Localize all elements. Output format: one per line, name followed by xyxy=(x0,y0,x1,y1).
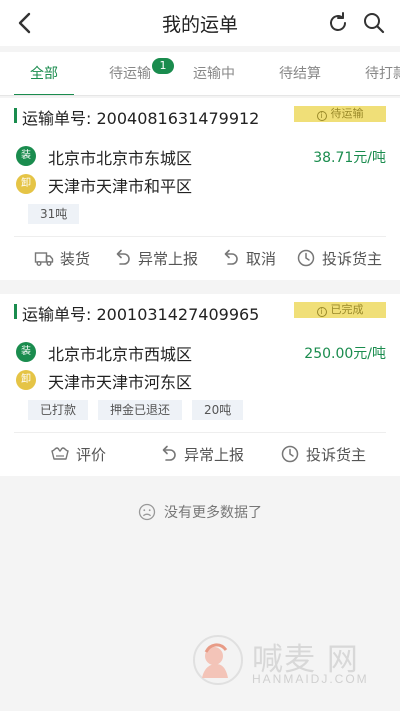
load-place: 北京市北京市西城区 xyxy=(48,345,193,364)
load-marker: 装 xyxy=(16,342,36,362)
complain-shipper-button[interactable]: 投诉货主 xyxy=(296,240,382,276)
status-label: 待运输 xyxy=(330,107,364,120)
payment-tag: 已打款 xyxy=(28,400,89,420)
clock-icon xyxy=(281,445,299,463)
info-icon: i xyxy=(316,111,327,121)
tab-pending-settlement[interactable]: 待结算 xyxy=(270,52,330,95)
order-tags: 已打款 押金已退还 20吨 xyxy=(28,400,244,420)
tab-pending-transport[interactable]: 待运输 1 xyxy=(100,52,174,95)
status-label: 已完成 xyxy=(330,303,364,316)
clock-icon xyxy=(297,249,315,267)
report-exception-button[interactable]: 异常上报 xyxy=(112,240,198,276)
order-card[interactable]: 运输单号: 2001031427409965 i 已完成 装 北京市北京市西城区 … xyxy=(0,294,400,476)
tab-count-badge: 1 xyxy=(152,58,174,74)
action-label: 评价 xyxy=(76,445,107,464)
freight-price: 38.71元/吨 xyxy=(313,150,386,166)
undo-arrow-icon xyxy=(224,249,238,265)
watermark-logo-icon xyxy=(193,635,243,685)
sad-face-icon xyxy=(138,503,156,521)
tab-in-transit[interactable]: 运输中 xyxy=(184,52,244,95)
tab-label: 全部 xyxy=(30,66,58,82)
watermark: 喊麦 网 HANMAIDJ.COM xyxy=(192,632,392,692)
weight-tag: 20吨 xyxy=(192,400,244,420)
search-icon xyxy=(364,13,385,34)
status-badge: i 待运输 xyxy=(294,106,386,122)
status-badge: i 已完成 xyxy=(294,302,386,318)
load-goods-button[interactable]: 装货 xyxy=(34,240,90,276)
tab-label: 待运输 xyxy=(109,66,151,82)
unload-row: 卸 天津市天津市河东区 xyxy=(16,368,386,392)
status-tabs: 全部 待运输 1 运输中 待结算 待打款 xyxy=(0,52,400,96)
undo-arrow-icon xyxy=(162,445,176,461)
top-bar: 我的运单 xyxy=(0,0,400,46)
cancel-order-button[interactable]: 取消 xyxy=(220,240,276,276)
unload-place: 天津市天津市河东区 xyxy=(48,373,193,392)
tab-label: 待结算 xyxy=(279,66,321,82)
unload-marker: 卸 xyxy=(16,174,36,194)
load-row: 装 北京市北京市东城区 38.71元/吨 xyxy=(16,144,386,168)
order-actions: 装货 异常上报 取消 投诉货主 xyxy=(0,240,400,276)
page-title: 我的运单 xyxy=(161,13,238,36)
action-label: 异常上报 xyxy=(138,249,199,268)
load-row: 装 北京市北京市西城区 250.00元/吨 xyxy=(16,340,386,364)
rate-icon xyxy=(51,447,69,460)
order-number: 运输单号: 2004081631479912 xyxy=(22,109,260,128)
divider xyxy=(14,432,386,433)
tab-label: 待打款 xyxy=(365,66,400,82)
refresh-icon xyxy=(330,12,346,31)
order-card[interactable]: 运输单号: 2004081631479912 i 待运输 装 北京市北京市东城区 … xyxy=(0,98,400,280)
order-header: 运输单号: 2004081631479912 i 待运输 xyxy=(0,98,400,134)
tab-all[interactable]: 全部 xyxy=(14,52,74,95)
no-more-data: 没有更多数据了 xyxy=(0,500,400,524)
load-place: 北京市北京市东城区 xyxy=(48,149,193,168)
order-actions: 评价 异常上报 投诉货主 xyxy=(0,436,400,472)
header-accent-bar xyxy=(14,108,17,123)
undo-arrow-icon xyxy=(116,249,130,265)
load-marker: 装 xyxy=(16,146,36,166)
chevron-left-icon xyxy=(18,12,31,34)
order-header: 运输单号: 2001031427409965 i 已完成 xyxy=(0,294,400,330)
header-accent-bar xyxy=(14,304,17,319)
unload-place: 天津市天津市和平区 xyxy=(48,177,193,196)
action-label: 投诉货主 xyxy=(306,445,367,464)
tab-pending-payment[interactable]: 待打款 xyxy=(356,52,400,95)
freight-price: 250.00元/吨 xyxy=(304,346,386,362)
weight-tag: 31吨 xyxy=(28,204,80,224)
action-label: 异常上报 xyxy=(184,445,245,464)
info-icon: i xyxy=(316,307,327,317)
deposit-tag: 押金已退还 xyxy=(98,400,183,420)
no-more-label: 没有更多数据了 xyxy=(164,505,262,521)
report-exception-button[interactable]: 异常上报 xyxy=(158,436,244,472)
watermark-subtext: HANMAIDJ.COM xyxy=(252,672,369,686)
order-number: 运输单号: 2001031427409965 xyxy=(22,305,260,324)
search-button[interactable] xyxy=(362,11,386,35)
refresh-button[interactable] xyxy=(326,11,350,35)
rate-button[interactable]: 评价 xyxy=(50,436,106,472)
unload-marker: 卸 xyxy=(16,370,36,390)
order-tags: 31吨 xyxy=(28,204,80,224)
truck-icon xyxy=(34,252,54,266)
active-tab-indicator xyxy=(14,94,74,95)
action-label: 装货 xyxy=(60,249,91,268)
tab-label: 运输中 xyxy=(193,66,235,82)
action-label: 投诉货主 xyxy=(322,249,383,268)
complain-shipper-button[interactable]: 投诉货主 xyxy=(280,436,366,472)
divider xyxy=(14,236,386,237)
back-button[interactable] xyxy=(12,10,36,36)
unload-row: 卸 天津市天津市和平区 xyxy=(16,172,386,196)
action-label: 取消 xyxy=(246,249,277,268)
